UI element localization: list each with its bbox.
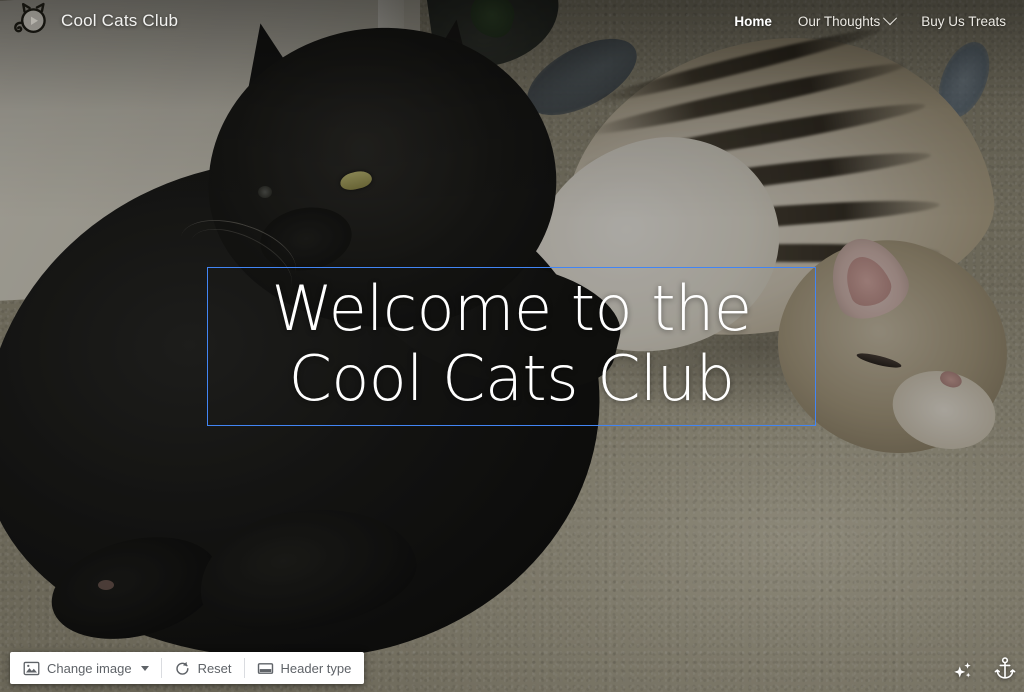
hero-title-line-1: Welcome to the — [271, 271, 752, 345]
reset-label: Reset — [197, 660, 232, 676]
nav-item-home[interactable]: Home — [734, 14, 772, 29]
toolbar-divider-2 — [243, 658, 245, 678]
nav-item-buy-us-treats[interactable]: Buy Us Treats — [921, 14, 1006, 29]
cat-head-icon — [14, 2, 46, 34]
change-image-button[interactable]: Change image — [14, 655, 158, 681]
reset-icon — [175, 661, 189, 675]
toolbar-divider-1 — [160, 658, 162, 678]
site-header: Cool Cats Club Home Our Thoughts Buy Us … — [0, 0, 1024, 42]
hero-section: Welcome to the Cool Cats Club — [0, 0, 1024, 692]
floating-action-icons — [950, 656, 1016, 682]
nav-item-home-label: Home — [734, 13, 772, 29]
main-navigation: Home Our Thoughts Buy Us Treats — [734, 11, 1006, 29]
image-icon — [23, 661, 40, 675]
header-type-button[interactable]: Header type — [248, 655, 361, 681]
reset-button[interactable]: Reset — [165, 655, 241, 681]
brand[interactable]: Cool Cats Club — [10, 2, 178, 40]
hero-title-line-2: Cool Cats Club — [288, 341, 735, 415]
nav-item-our-thoughts[interactable]: Our Thoughts — [797, 11, 898, 29]
page-root: Cool Cats Club Home Our Thoughts Buy Us … — [0, 0, 1024, 692]
nav-item-buy-us-treats-label: Buy Us Treats — [921, 13, 1006, 29]
brand-title: Cool Cats Club — [61, 11, 179, 30]
sparkles-icon[interactable] — [950, 656, 976, 682]
change-image-label: Change image — [47, 660, 132, 676]
anchor-icon[interactable] — [994, 656, 1016, 682]
caret-down-icon — [140, 665, 149, 671]
hero-title-textbox[interactable]: Welcome to the Cool Cats Club — [207, 267, 816, 426]
image-editor-toolbar: Change image Reset Header type — [10, 652, 365, 684]
header-type-label: Header type — [280, 660, 352, 676]
chevron-down-icon — [883, 11, 898, 26]
header-layout-icon — [257, 662, 273, 674]
nav-item-our-thoughts-label: Our Thoughts — [797, 13, 881, 29]
